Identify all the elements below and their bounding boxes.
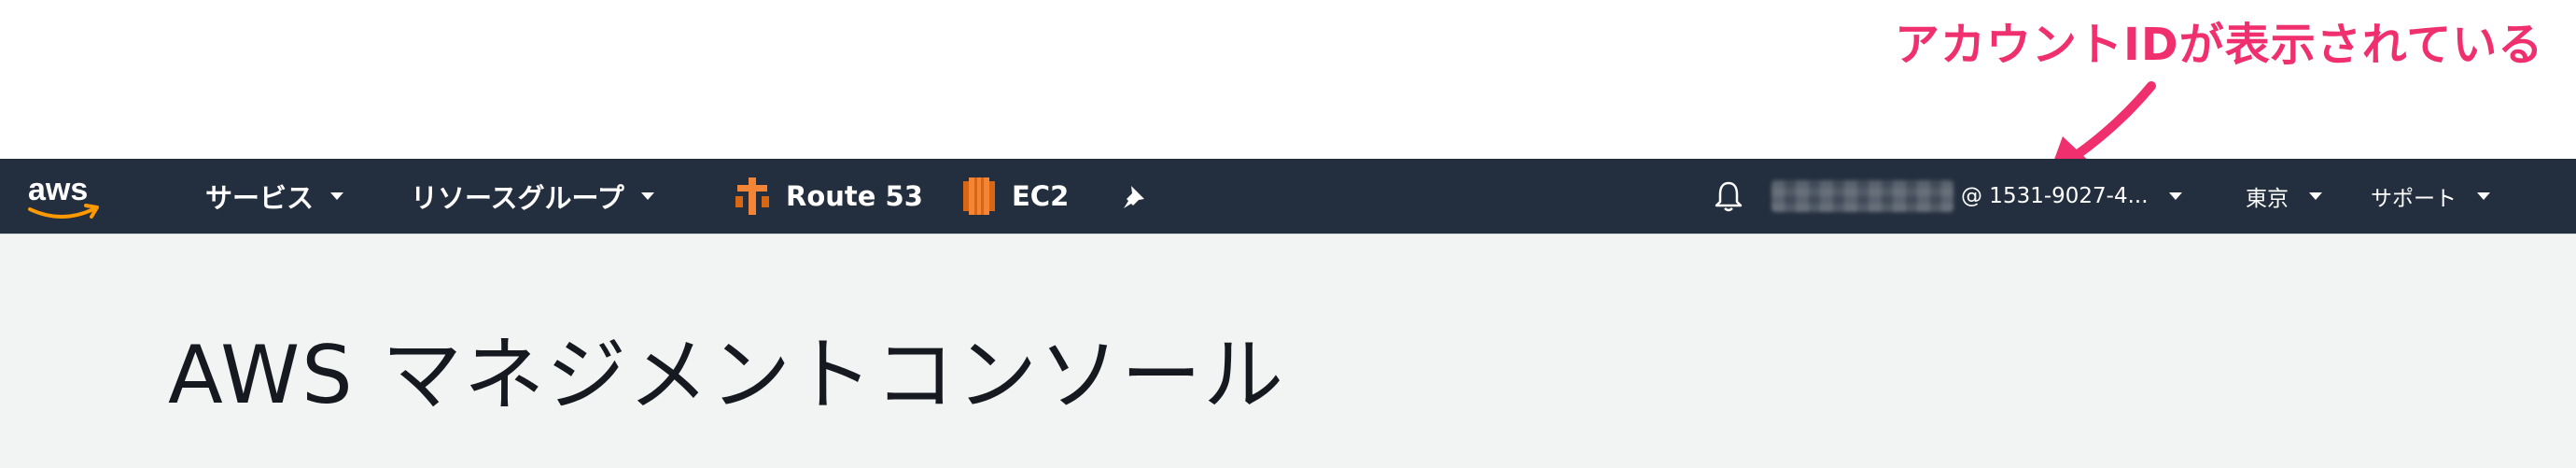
route53-icon — [734, 176, 771, 217]
ec2-icon — [961, 176, 997, 217]
support-menu[interactable]: サポート — [2371, 159, 2490, 234]
resource-groups-label: リソースグループ — [411, 182, 624, 214]
chevron-down-icon — [330, 192, 344, 200]
bell-icon[interactable] — [1714, 159, 1743, 234]
shortcut-route53[interactable]: Route 53 — [734, 159, 923, 234]
chevron-down-icon — [2168, 192, 2182, 200]
account-id: @ 1531-9027-4... — [1961, 184, 2149, 208]
shortcut-label: Route 53 — [786, 180, 923, 212]
shortcut-ec2[interactable]: EC2 — [961, 159, 1069, 234]
top-navbar: aws サービス リソースグループ Route 53 EC2 @ 1531-90… — [0, 159, 2576, 234]
services-label: サービス — [205, 182, 315, 214]
chevron-down-icon — [2309, 192, 2322, 200]
support-label: サポート — [2371, 187, 2457, 211]
main-content: AWS マネジメントコンソール — [0, 234, 2576, 468]
shortcut-label: EC2 — [1012, 180, 1070, 212]
annotation-callout: アカウントIDが表示されている — [1895, 19, 2544, 71]
region-label: 東京 — [2246, 187, 2289, 211]
region-menu[interactable]: 東京 — [2246, 159, 2322, 234]
aws-logo-text: aws — [28, 172, 88, 207]
aws-logo[interactable]: aws — [24, 159, 105, 234]
account-menu[interactable]: @ 1531-9027-4... — [1771, 159, 2182, 234]
chevron-down-icon — [2477, 192, 2490, 200]
aws-logo-icon: aws — [28, 172, 99, 219]
blurred-account-name — [1771, 180, 1953, 212]
services-menu[interactable]: サービス — [205, 159, 344, 234]
chevron-down-icon — [640, 192, 654, 200]
page-title: AWS マネジメントコンソール — [168, 329, 1286, 422]
resource-groups-menu[interactable]: リソースグループ — [411, 159, 654, 234]
pin-icon[interactable] — [1120, 159, 1148, 234]
